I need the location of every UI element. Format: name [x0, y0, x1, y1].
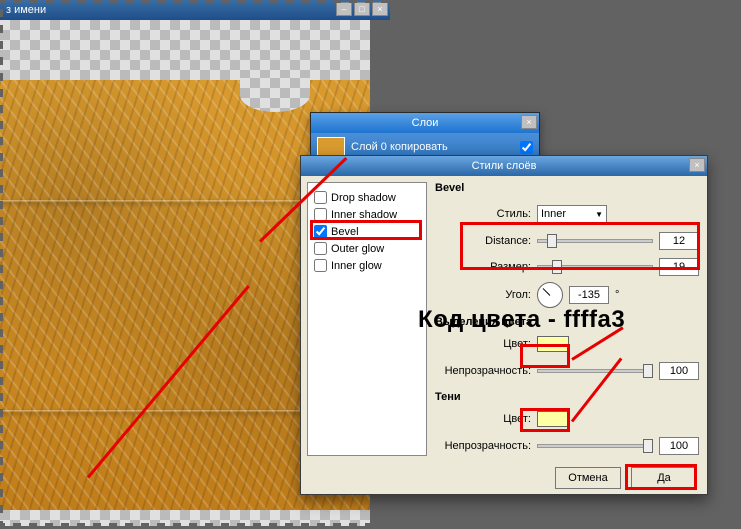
angle-row: Угол: -135 ° [435, 284, 699, 306]
style-value: Inner [541, 208, 566, 220]
angle-label: Угол: [435, 289, 531, 301]
effects-list: Drop shadow Inner shadow Bevel Outer glo… [307, 182, 427, 456]
effect-label: Outer glow [331, 243, 384, 255]
ok-button[interactable]: Да [631, 467, 697, 489]
layers-titlebar[interactable]: Слои × [311, 113, 539, 133]
effect-checkbox[interactable] [314, 225, 327, 238]
close-icon[interactable]: × [372, 2, 388, 16]
effect-label: Bevel [331, 226, 359, 238]
shadow-opacity-slider[interactable] [537, 444, 653, 448]
bevel-settings: Bevel Стиль: Inner ▼ Distance: 12 Размер… [431, 176, 707, 462]
distance-slider[interactable] [537, 239, 653, 243]
effect-outer-glow[interactable]: Outer glow [312, 240, 422, 257]
layer-visibility-checkbox[interactable] [520, 141, 533, 154]
opacity-label: Непрозрачность: [435, 440, 531, 452]
effect-checkbox[interactable] [314, 208, 327, 221]
effect-checkbox[interactable] [314, 242, 327, 255]
highlight-opacity-row: Непрозрачность: 100 [435, 360, 699, 381]
angle-suffix: ° [615, 289, 619, 301]
style-row: Стиль: Inner ▼ [435, 204, 699, 225]
angle-dial[interactable] [537, 282, 563, 308]
layers-title: Слои [412, 117, 439, 129]
effect-bevel[interactable]: Bevel [312, 223, 422, 240]
layer-label: Слой 0 копировать [351, 141, 448, 153]
distance-row: Distance: 12 [435, 231, 699, 252]
angle-value[interactable]: -135 [569, 286, 609, 304]
style-label: Стиль: [435, 208, 531, 220]
shadow-section: Тени [435, 391, 699, 403]
effect-inner-shadow[interactable]: Inner shadow [312, 206, 422, 223]
highlight-opacity-slider[interactable] [537, 369, 653, 373]
maximize-icon[interactable]: □ [354, 2, 370, 16]
shadow-color-swatch[interactable] [537, 411, 569, 427]
effect-inner-glow[interactable]: Inner glow [312, 257, 422, 274]
neckline-cutout [240, 78, 310, 112]
panel-heading: Bevel [435, 182, 699, 194]
close-icon[interactable]: × [521, 115, 537, 129]
layer-thumbnail [317, 137, 345, 157]
dialog-title: Стили слоёв [472, 160, 537, 172]
shadow-opacity-row: Непрозрачность: 100 [435, 435, 699, 456]
distance-label: Distance: [435, 235, 531, 247]
color-label: Цвет: [435, 338, 531, 350]
effect-label: Inner shadow [331, 209, 397, 221]
shadow-opacity-value[interactable]: 100 [659, 437, 699, 455]
size-value[interactable]: 19 [659, 258, 699, 276]
highlight-opacity-value[interactable]: 100 [659, 362, 699, 380]
effect-drop-shadow[interactable]: Drop shadow [312, 189, 422, 206]
cancel-button[interactable]: Отмена [555, 467, 621, 489]
effect-label: Drop shadow [331, 192, 396, 204]
highlight-color-row: Цвет: [435, 334, 699, 355]
effect-checkbox[interactable] [314, 259, 327, 272]
size-label: Размер: [435, 261, 531, 273]
close-icon[interactable]: × [689, 158, 705, 172]
effect-label: Inner glow [331, 260, 382, 272]
effect-checkbox[interactable] [314, 191, 327, 204]
document-title: з имени [6, 4, 46, 16]
minimize-icon[interactable]: – [336, 2, 352, 16]
document-titlebar[interactable]: з имени – □ × [0, 0, 390, 20]
highlight-section: Выделения цвета [435, 316, 699, 328]
opacity-label: Непрозрачность: [435, 365, 531, 377]
dialog-footer: Отмена Да [301, 462, 707, 494]
layer-styles-dialog: Стили слоёв × Drop shadow Inner shadow B… [300, 155, 708, 495]
style-combo[interactable]: Inner ▼ [537, 205, 607, 223]
size-row: Размер: 19 [435, 257, 699, 278]
chevron-down-icon: ▼ [595, 210, 603, 219]
shadow-color-row: Цвет: [435, 409, 699, 430]
size-slider[interactable] [537, 265, 653, 269]
dialog-titlebar[interactable]: Стили слоёв × [301, 156, 707, 176]
color-label: Цвет: [435, 413, 531, 425]
highlight-color-swatch[interactable] [537, 336, 569, 352]
distance-value[interactable]: 12 [659, 232, 699, 250]
